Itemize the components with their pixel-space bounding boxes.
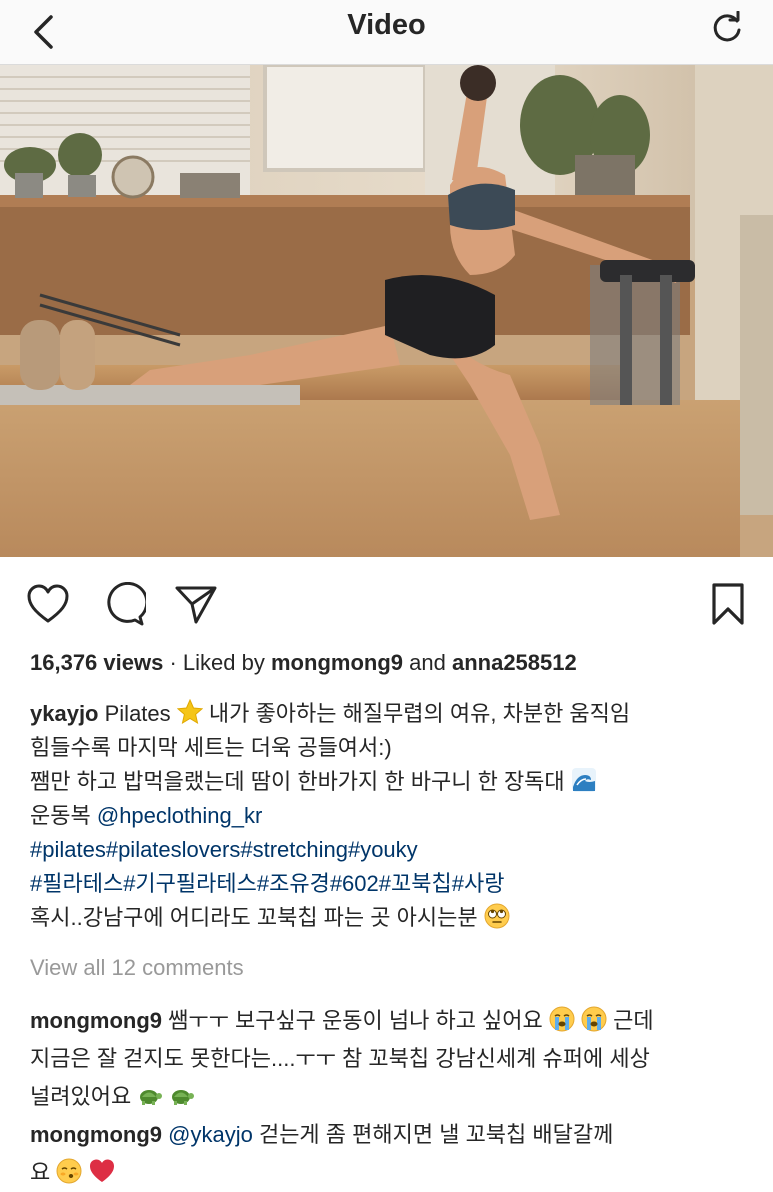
- comments-list: mongmong9 쌤ㅜㅜ 보구싶구 운동이 넘나 하고 싶어요 근데 지금은 …: [30, 1002, 750, 1192]
- paper-plane-icon: [175, 586, 217, 624]
- comment-line: mongmong9 @ykayjo 걷는게 좀 편해지면 낼 꼬북칩 배달갈께: [30, 1116, 750, 1154]
- wave-emoji-icon: [571, 768, 596, 792]
- caption-line: 운동복 @hpeclothing_kr: [30, 799, 750, 833]
- caption-line: 혹시..강남구에 어디라도 꼬북칩 파는 곳 아시는분: [30, 901, 750, 935]
- comment-line: 요: [30, 1154, 750, 1192]
- caption-text: 내가 좋아하는 해질무렵의 여유, 차분한 움직임: [208, 701, 631, 726]
- turtle-emoji-icon: [172, 1090, 195, 1105]
- view-all-comments-link[interactable]: View all 12 comments: [30, 952, 244, 984]
- refresh-icon: [713, 11, 741, 42]
- heart-icon: [27, 584, 69, 623]
- post-caption: ykayjo Pilates 내가 좋아하는 해질무렵의 여유, 차분한 움직임…: [30, 697, 750, 935]
- mention-link[interactable]: @hpeclothing_kr: [97, 803, 262, 828]
- comment-username[interactable]: mongmong9: [30, 1122, 162, 1147]
- liked-user-link[interactable]: anna258512: [452, 650, 577, 675]
- separator: ·: [169, 650, 177, 675]
- caption-line: 쨈만 하고 밥먹을랬는데 땀이 한바가지 한 바구니 한 장독대: [30, 765, 750, 799]
- star-emoji-icon: [176, 699, 203, 725]
- comment-text: 널려있어요: [30, 1084, 132, 1109]
- caption-text: Pilates: [104, 701, 171, 726]
- comment-text: 쌤ㅜㅜ 보구싶구 운동이 넘나 하고 싶어요: [168, 1008, 543, 1033]
- caption-text: 혹시..강남구에 어디라도 꼬북칩 파는 곳 아시는분: [30, 905, 478, 930]
- video-frame: [0, 65, 773, 557]
- share-button[interactable]: [172, 580, 220, 628]
- comment-line: 지금은 잘 걷지도 못한다는....ㅜㅜ 참 꼬북칩 강남신세계 슈퍼에 세상: [30, 1046, 650, 1071]
- comment-button[interactable]: [100, 580, 148, 628]
- caption-username[interactable]: ykayjo: [30, 701, 99, 726]
- crying-emoji-icon: [581, 1006, 607, 1032]
- views-and-likes: 16,376 views · Liked by mongmong9 and an…: [30, 648, 577, 678]
- kissing-emoji-icon: [56, 1158, 82, 1184]
- eye-roll-emoji-icon: [484, 903, 510, 929]
- hashtags-link[interactable]: #필라테스#기구필라테스#조유경#602#꼬북칩#사랑: [30, 867, 750, 901]
- caption-line: ykayjo Pilates 내가 좋아하는 해질무렵의 여유, 차분한 움직임: [30, 697, 750, 731]
- post-action-bar: [0, 572, 773, 632]
- like-button[interactable]: [24, 580, 72, 628]
- comment-line: mongmong9 쌤ㅜㅜ 보구싶구 운동이 넘나 하고 싶어요 근데: [30, 1002, 750, 1040]
- comment-line: 널려있어요: [30, 1078, 750, 1116]
- mention-link[interactable]: @ykayjo: [168, 1122, 253, 1147]
- top-navigation-bar: Video: [0, 0, 773, 65]
- comment-icon: [107, 582, 146, 626]
- caption-text: 운동복: [30, 803, 91, 828]
- liked-by-label: Liked by: [182, 650, 265, 675]
- refresh-button[interactable]: [705, 6, 749, 50]
- crying-emoji-icon: [549, 1006, 575, 1032]
- caption-line: 힘들수록 마지막 세트는 더욱 공들여서:): [30, 735, 392, 760]
- red-heart-emoji-icon: [89, 1159, 114, 1182]
- hashtags-link[interactable]: #pilates#pilateslovers#stretching#youky: [30, 833, 750, 867]
- page-title: Video: [347, 9, 426, 41]
- comment-username[interactable]: mongmong9: [30, 1008, 162, 1033]
- bookmark-icon: [712, 583, 744, 625]
- save-button[interactable]: [704, 580, 752, 628]
- video-player[interactable]: [0, 65, 773, 557]
- view-count[interactable]: 16,376 views: [30, 650, 163, 675]
- turtle-emoji-icon: [140, 1090, 163, 1105]
- comment-text: 근데: [613, 1008, 654, 1033]
- comment-text: 요: [30, 1160, 51, 1185]
- liked-user-link[interactable]: mongmong9: [271, 650, 403, 675]
- comment-text: 걷는게 좀 편해지면 낼 꼬북칩 배달갈께: [258, 1122, 614, 1147]
- and-label: and: [409, 650, 446, 675]
- caption-text: 쨈만 하고 밥먹을랬는데 땀이 한바가지 한 바구니 한 장독대: [30, 769, 565, 794]
